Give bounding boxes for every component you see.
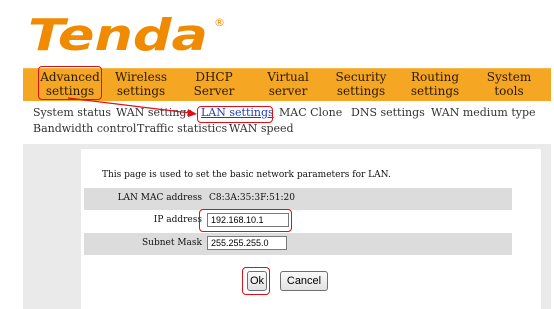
subnav-lan-settings[interactable]: LAN settings [201,106,274,119]
nav-label-line2: settings [336,84,386,98]
nav-label-line2: Server [193,84,235,98]
nav-label-line1: Routing [410,70,460,84]
registered-mark: ® [214,16,225,29]
mac-address-value: C8:3A:35:3F:51:20 [209,193,296,203]
main-nav-bar: Advanced settings Wireless settings DHCP… [23,68,551,101]
nav-label-line2: settings [410,84,460,98]
subnet-mask-input[interactable]: 255.255.255.0 [207,236,287,250]
nav-label-line1: Advanced [40,70,100,84]
logo-text: Tenda [28,12,208,58]
nav-label-line2: settings [45,84,95,98]
nav-security-settings[interactable]: Security settings [329,69,393,101]
nav-wireless-settings[interactable]: Wireless settings [109,69,173,101]
cancel-button[interactable]: Cancel [280,271,328,291]
subnet-mask-row: Subnet Mask 255.255.255.0 [84,233,512,255]
subnav-system-status[interactable]: System status [33,106,111,119]
subnav-wan-settings[interactable]: WAN settings [116,106,192,119]
nav-label-line2: tools [494,84,524,98]
nav-label-line1: Security [335,70,387,84]
nav-system-tools[interactable]: System tools [479,69,539,101]
ok-button[interactable]: Ok [247,271,267,291]
nav-advanced-settings[interactable]: Advanced settings [35,69,105,101]
ip-address-row: IP address 192.168.10.1 [84,210,512,232]
subnet-mask-label: Subnet Mask [142,238,202,248]
nav-label-line1: DHCP [195,70,233,84]
ip-address-label: IP address [153,215,202,225]
subnav-dns-settings[interactable]: DNS settings [351,106,425,119]
nav-virtual-server[interactable]: Virtual server [257,69,319,101]
nav-label-line2: server [268,84,308,98]
mac-address-label: LAN MAC address [117,193,202,203]
page-description: This page is used to set the basic netwo… [102,170,391,180]
nav-label-line2: settings [116,84,166,98]
nav-routing-settings[interactable]: Routing settings [403,69,467,101]
tenda-logo: Tenda ® [28,12,225,58]
nav-dhcp-server[interactable]: DHCP Server [183,69,245,101]
subnav-traffic-statistics[interactable]: Traffic statistics [137,122,227,135]
ip-address-input[interactable]: 192.168.10.1 [207,213,289,227]
nav-label-line1: Virtual [267,70,309,84]
mac-address-row: LAN MAC address C8:3A:35:3F:51:20 [84,188,512,210]
nav-label-line1: System [486,70,532,84]
subnav-wan-medium-type[interactable]: WAN medium type [431,106,536,119]
subnav-wan-speed[interactable]: WAN speed [229,122,294,135]
nav-label-line1: Wireless [114,70,168,84]
subnav-mac-clone[interactable]: MAC Clone [279,106,342,119]
subnav-bandwidth-control[interactable]: Bandwidth control [33,122,136,135]
